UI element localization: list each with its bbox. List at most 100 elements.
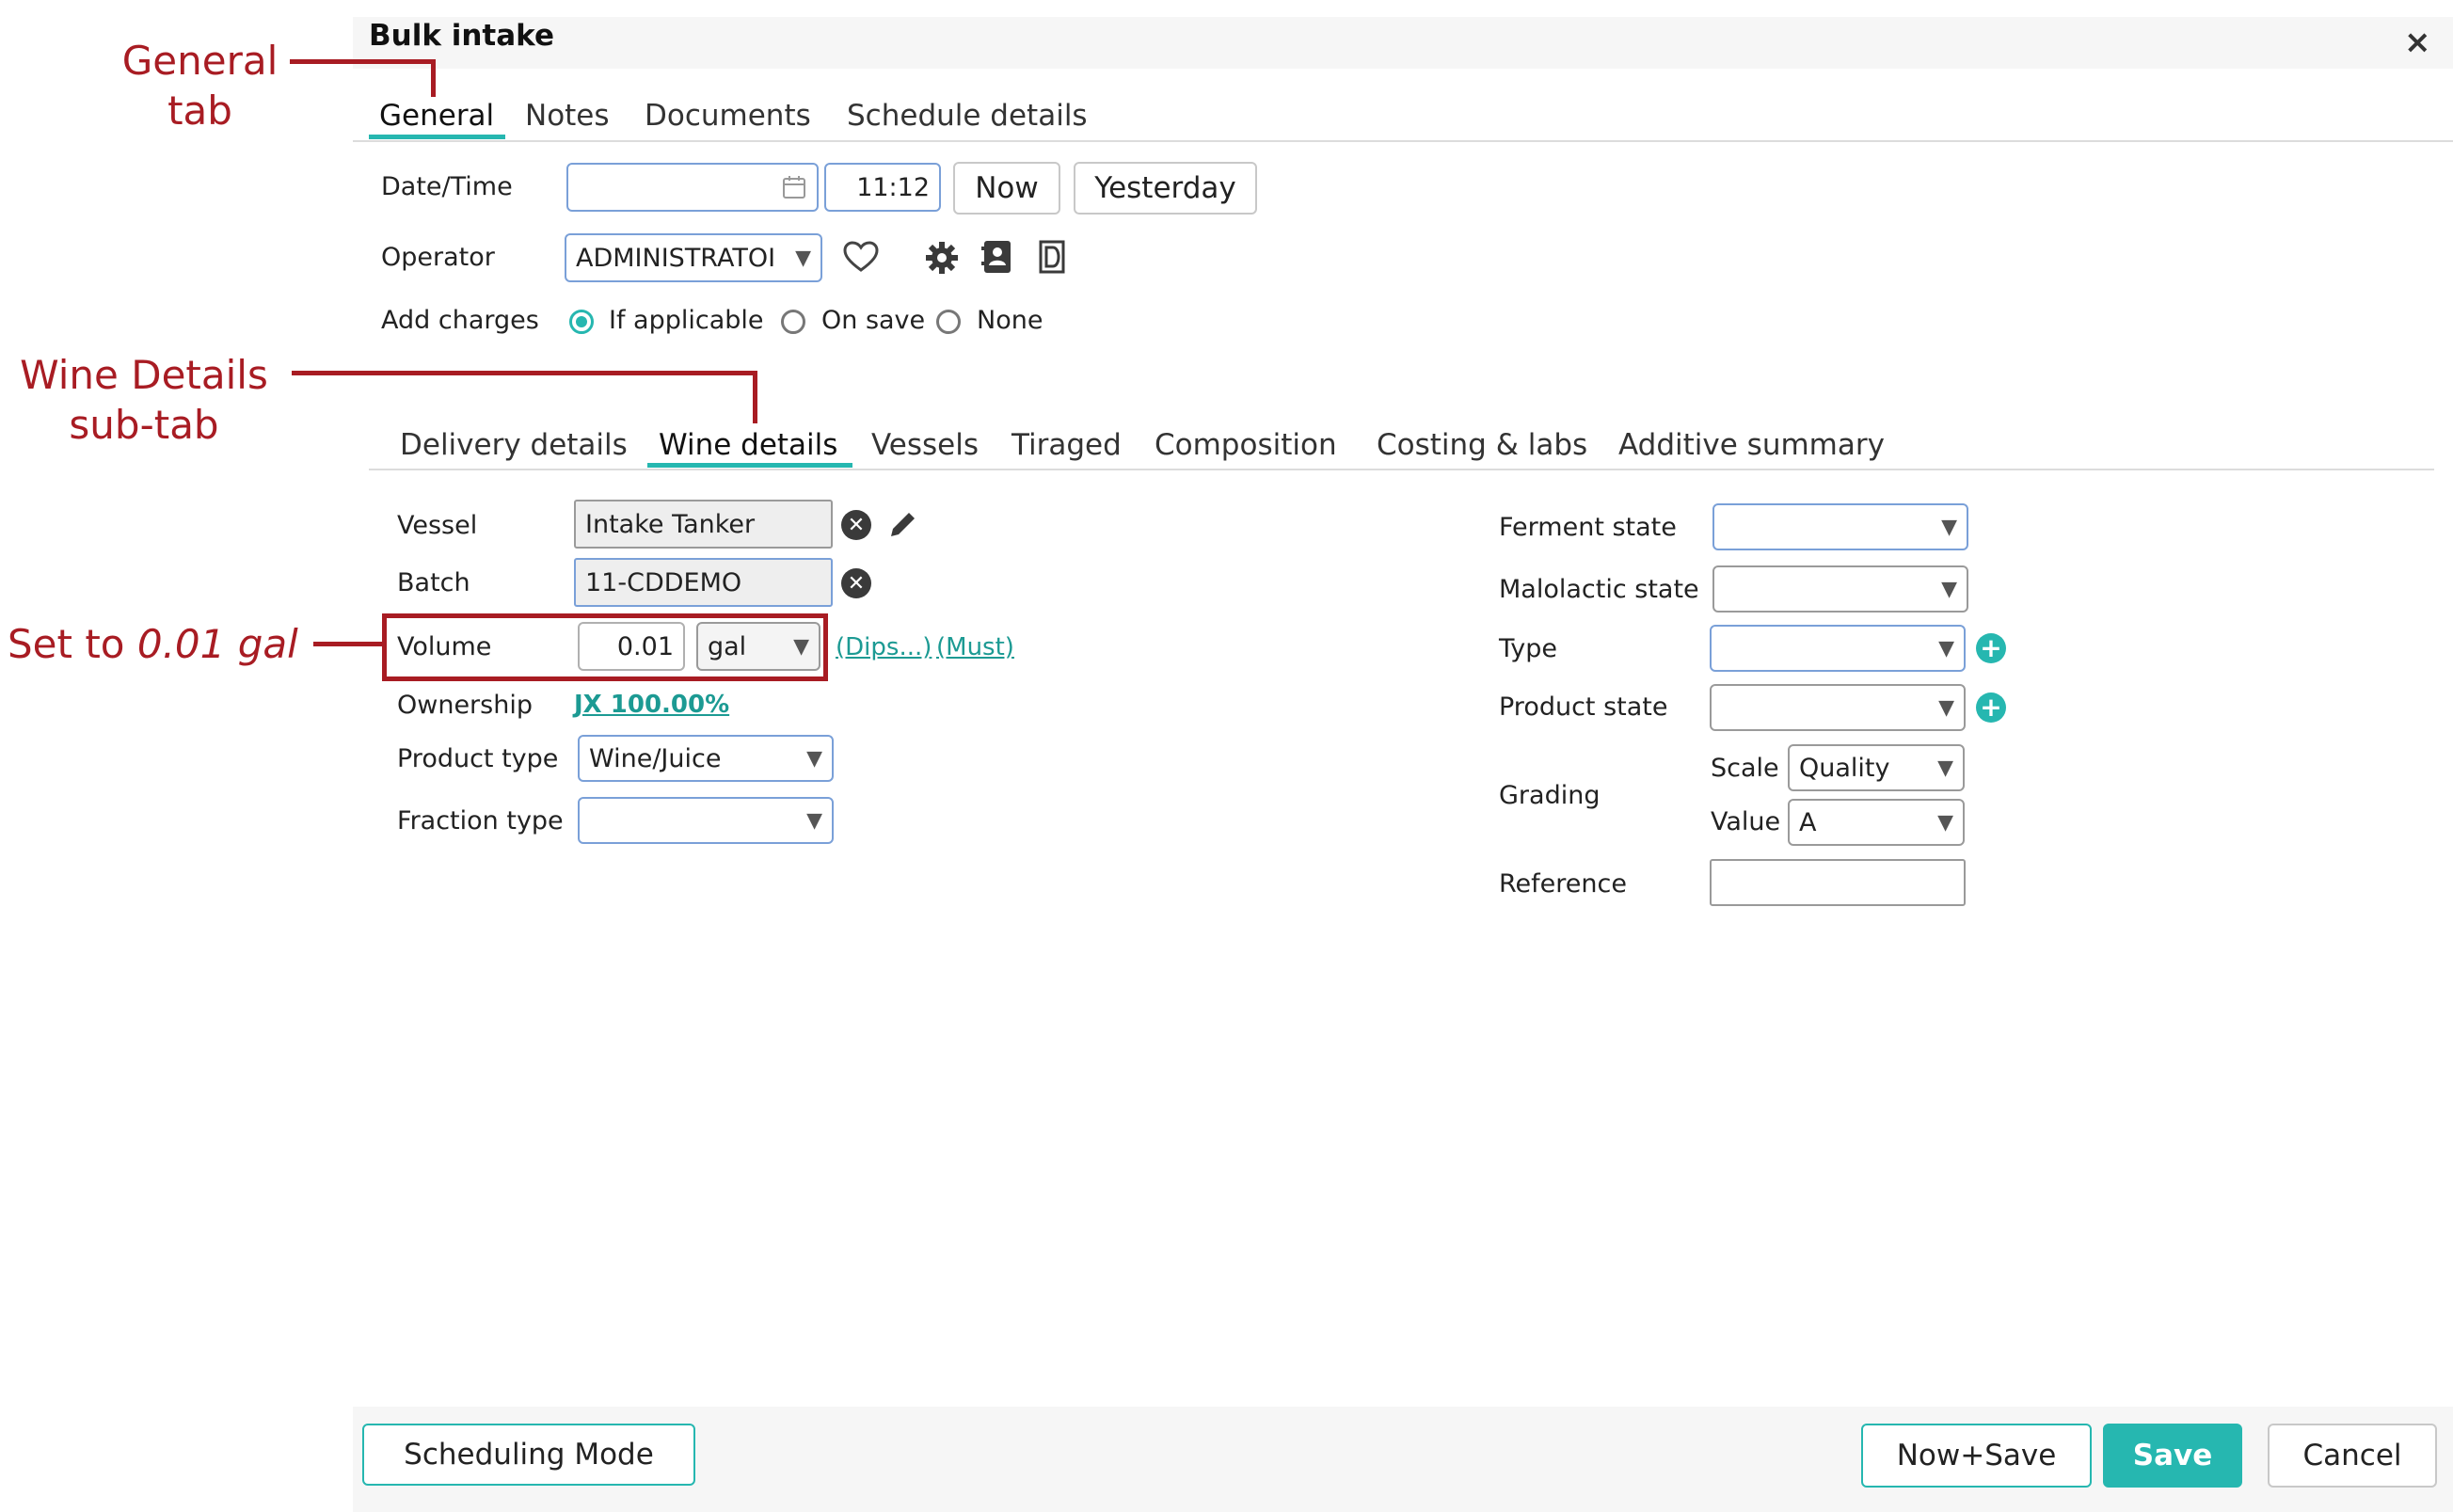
annotation-line — [313, 642, 384, 646]
vessel-input[interactable]: Intake Tanker — [574, 500, 833, 549]
calendar-icon[interactable] — [781, 174, 807, 200]
tabs-divider — [353, 140, 2453, 142]
charges-radio-none[interactable] — [936, 310, 961, 334]
batch-label: Batch — [397, 568, 470, 597]
fraction-type-select[interactable]: ▼ — [578, 797, 834, 844]
operator-label: Operator — [381, 243, 495, 272]
cancel-button[interactable]: Cancel — [2268, 1424, 2437, 1488]
operator-select[interactable]: ADMINISTRATOI ▼ — [565, 233, 822, 282]
malolactic-state-select[interactable]: ▼ — [1712, 565, 1968, 613]
clear-batch-icon[interactable]: ✕ — [841, 568, 871, 598]
annotation-general-line1: General — [121, 38, 279, 84]
annotation-line — [290, 59, 436, 64]
scheduling-mode-button[interactable]: Scheduling Mode — [362, 1424, 695, 1486]
subtab-costing-labs[interactable]: Costing & labs — [1377, 428, 1587, 462]
heart-icon[interactable] — [843, 241, 879, 273]
product-type-label: Product type — [397, 744, 559, 773]
annotation-set-volume: Set to 0.01 gal — [8, 619, 298, 669]
batch-input[interactable]: 11-CDDEMO — [574, 558, 833, 607]
close-icon[interactable]: × — [2404, 26, 2431, 58]
ferment-state-label: Ferment state — [1499, 513, 1677, 542]
vessel-label: Vessel — [397, 511, 478, 540]
datetime-label: Date/Time — [381, 172, 513, 201]
annotation-wine-line1: Wine Details — [20, 352, 268, 398]
time-input[interactable]: 11:12 — [824, 163, 941, 212]
reference-input[interactable] — [1710, 859, 1966, 906]
chevron-down-icon: ▼ — [1941, 577, 1957, 601]
save-button[interactable]: Save — [2103, 1424, 2242, 1488]
ferment-state-select[interactable]: ▼ — [1712, 503, 1968, 550]
annotation-line — [753, 371, 757, 423]
operator-value: ADMINISTRATOI — [576, 243, 776, 273]
product-state-select[interactable]: ▼ — [1710, 684, 1966, 731]
value-label: Value — [1711, 807, 1781, 836]
product-type-value: Wine/Juice — [589, 743, 722, 773]
subtab-tiraged[interactable]: Tiraged — [1011, 428, 1122, 462]
chevron-down-icon: ▼ — [795, 246, 811, 270]
type-select[interactable]: ▼ — [1710, 625, 1966, 672]
annotation-general-tab: General tab — [99, 36, 301, 135]
scale-value: Quality — [1799, 753, 1890, 783]
reference-label: Reference — [1499, 869, 1627, 899]
clear-vessel-icon[interactable]: ✕ — [841, 510, 871, 540]
annotation-line — [292, 371, 757, 375]
contact-card-icon[interactable] — [981, 238, 1013, 276]
scale-select[interactable]: Quality ▼ — [1788, 744, 1965, 791]
date-input[interactable] — [566, 163, 819, 212]
ownership-label: Ownership — [397, 691, 533, 720]
add-product-state-icon[interactable]: + — [1976, 692, 2006, 723]
chevron-down-icon: ▼ — [806, 746, 822, 771]
edit-pencil-icon[interactable] — [887, 508, 919, 540]
product-type-select[interactable]: Wine/Juice ▼ — [578, 735, 834, 782]
chevron-down-icon: ▼ — [1938, 695, 1954, 720]
yesterday-button[interactable]: Yesterday — [1074, 162, 1257, 215]
scale-label: Scale — [1711, 754, 1779, 783]
annotation-wine-line2: sub-tab — [69, 402, 219, 448]
charges-option-on-save: On save — [821, 306, 926, 335]
dialog-title: Bulk intake — [369, 19, 554, 53]
subtab-additive-summary[interactable]: Additive summary — [1618, 428, 1885, 462]
add-type-icon[interactable]: + — [1976, 633, 2006, 663]
add-charges-label: Add charges — [381, 306, 539, 335]
charges-radio-on-save[interactable] — [781, 310, 805, 334]
chevron-down-icon: ▼ — [1937, 810, 1953, 835]
annotation-wine-subtab: Wine Details sub-tab — [8, 350, 280, 450]
tab-documents[interactable]: Documents — [645, 99, 811, 133]
chevron-down-icon: ▼ — [1937, 756, 1953, 780]
chevron-down-icon: ▼ — [806, 808, 822, 833]
annotation-set-value: 0.01 gal — [136, 621, 298, 667]
subtab-composition[interactable]: Composition — [1155, 428, 1337, 462]
now-save-button[interactable]: Now+Save — [1861, 1424, 2092, 1488]
grading-value-select[interactable]: A ▼ — [1788, 799, 1965, 846]
type-label: Type — [1499, 634, 1558, 663]
annotation-highlight-box — [382, 613, 828, 681]
annotation-set-prefix: Set to — [8, 621, 137, 667]
fraction-type-label: Fraction type — [397, 806, 564, 836]
charges-radio-if-applicable[interactable] — [569, 310, 594, 334]
gear-icon[interactable] — [925, 241, 959, 275]
ownership-link[interactable]: JX 100.00% — [574, 691, 729, 719]
now-button[interactable]: Now — [953, 162, 1060, 215]
annotation-line — [431, 59, 436, 97]
charges-option-if-applicable: If applicable — [609, 306, 764, 335]
tab-schedule-details[interactable]: Schedule details — [847, 99, 1088, 133]
grading-label: Grading — [1499, 781, 1601, 810]
subtab-wine-details[interactable]: Wine details — [659, 428, 837, 462]
grading-value: A — [1799, 807, 1817, 837]
document-icon[interactable] — [1038, 239, 1070, 275]
subtab-delivery-details[interactable]: Delivery details — [400, 428, 628, 462]
annotation-general-line2: tab — [167, 88, 232, 134]
active-subtab-indicator — [647, 463, 852, 468]
dialog-titlebar — [353, 17, 2453, 69]
tab-notes[interactable]: Notes — [525, 99, 610, 133]
product-state-label: Product state — [1499, 692, 1668, 722]
malolactic-state-label: Malolactic state — [1499, 575, 1699, 604]
chevron-down-icon: ▼ — [1938, 636, 1954, 661]
dips-link[interactable]: (Dips...) — [836, 633, 932, 661]
active-tab-indicator — [369, 135, 505, 139]
tab-general[interactable]: General — [379, 99, 494, 133]
charges-option-none: None — [977, 306, 1043, 335]
must-link[interactable]: (Must) — [936, 633, 1014, 661]
chevron-down-icon: ▼ — [1941, 515, 1957, 539]
subtab-vessels[interactable]: Vessels — [871, 428, 979, 462]
